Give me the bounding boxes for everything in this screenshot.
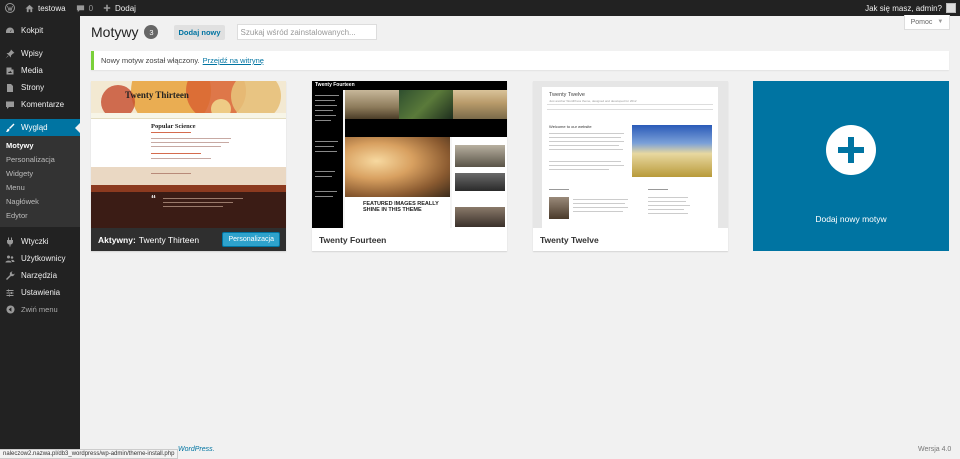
add-new-theme-label: Dodaj nowy motyw xyxy=(815,214,887,224)
comment-icon xyxy=(5,100,15,110)
avatar[interactable] xyxy=(946,3,956,13)
shot-tagline: Just another WordPress theme, designed a… xyxy=(549,99,637,103)
theme-screenshot[interactable]: Twenty Thirteen Popular Science “ xyxy=(91,81,286,228)
shot-welcome-heading: Welcome to our website xyxy=(549,124,592,129)
media-icon xyxy=(5,66,15,76)
theme-card-twenty-thirteen[interactable]: Twenty Thirteen Popular Science “ Aktywn… xyxy=(91,81,286,251)
browser-status-url: naleczow2.nazwa.pl/db3_wordpress/wp-admi… xyxy=(0,449,179,459)
shot-featured-title: FEATURED IMAGES REALLY SHINE IN THIS THE… xyxy=(363,201,439,213)
menu-label: Wtyczki xyxy=(21,237,49,246)
menu-item-narzedzia[interactable]: Narzędzia xyxy=(0,267,80,284)
add-new-theme-card[interactable]: Dodaj nowy motyw xyxy=(753,81,949,251)
menu-item-media[interactable]: Media xyxy=(0,62,80,79)
comments-link[interactable]: 0 xyxy=(71,0,98,16)
collapse-icon xyxy=(5,305,15,315)
theme-screenshot[interactable]: Twenty Twelve Just another WordPress the… xyxy=(533,81,728,228)
admin-menu: Kokpit Wpisy Media Strony Komentarze Wyg… xyxy=(0,16,80,459)
menu-item-uzytkownicy[interactable]: Użytkownicy xyxy=(0,250,80,267)
theme-search-input[interactable] xyxy=(236,24,377,40)
submenu-item-naglowek[interactable]: Nagłówek xyxy=(0,195,80,209)
menu-label: Zwiń menu xyxy=(21,305,58,314)
plus-icon xyxy=(103,4,111,12)
theme-name-bar: Aktywny: Twenty Thirteen Personalizacja xyxy=(91,228,286,251)
page-title: Motywy xyxy=(91,24,139,40)
new-content-menu[interactable]: Dodaj xyxy=(98,0,141,16)
add-new-theme-button[interactable]: Dodaj nowy xyxy=(174,24,225,40)
submenu-item-motywy[interactable]: Motywy xyxy=(0,139,80,153)
theme-card-twenty-twelve[interactable]: Twenty Twelve Just another WordPress the… xyxy=(533,81,728,251)
caret-down-icon: ▼ xyxy=(937,19,944,25)
theme-activated-notice: Nowy motyw został włączony. Przejdź na w… xyxy=(91,51,949,70)
submenu-item-menu[interactable]: Menu xyxy=(0,181,80,195)
menu-label: Użytkownicy xyxy=(21,254,66,263)
admin-bar: testowa 0 Dodaj Jak się masz, admin? xyxy=(0,0,960,16)
collapse-menu-button[interactable]: Zwiń menu xyxy=(0,301,80,318)
page-header: Motywy 3 Dodaj nowy xyxy=(91,24,377,40)
quote-icon: “ xyxy=(151,194,156,205)
comments-count: 0 xyxy=(88,3,94,13)
theme-name: Twenty Fourteen xyxy=(319,234,387,245)
submenu-item-edytor[interactable]: Edytor xyxy=(0,209,80,223)
submenu-item-personalizacja[interactable]: Personalizacja xyxy=(0,153,80,167)
page-icon xyxy=(5,83,15,93)
wordpress-logo-icon xyxy=(5,3,15,13)
menu-label: Media xyxy=(21,66,43,75)
theme-name: Twenty Thirteen xyxy=(138,234,200,245)
submenu-item-widgety[interactable]: Widgety xyxy=(0,167,80,181)
site-name: testowa xyxy=(38,3,66,13)
menu-label: Wygląd xyxy=(21,123,48,132)
theme-card-twenty-fourteen[interactable]: Twenty Fourteen FEATURED IMAGES REALLY S… xyxy=(312,81,507,251)
tools-icon xyxy=(5,270,15,281)
wp-logo-menu[interactable] xyxy=(0,0,20,16)
site-name-link[interactable]: testowa xyxy=(20,0,71,16)
menu-label: Kokpit xyxy=(21,26,44,35)
menu-item-wyglad[interactable]: Wygląd xyxy=(0,119,80,136)
shot-site-title: Twenty Fourteen xyxy=(315,82,355,88)
menu-label: Ustawienia xyxy=(21,288,61,297)
help-label: Pomoc xyxy=(910,18,933,26)
menu-label: Komentarze xyxy=(21,100,65,109)
menu-label: Wpisy xyxy=(21,49,43,58)
menu-item-komentarze[interactable]: Komentarze xyxy=(0,96,80,113)
shot-site-title: Twenty Thirteen xyxy=(125,90,189,100)
theme-name-bar: Twenty Fourteen xyxy=(312,228,507,251)
menu-label: Strony xyxy=(21,83,45,92)
theme-name: Twenty Twelve xyxy=(540,234,599,245)
help-tab-button[interactable]: Pomoc ▼ xyxy=(904,15,950,30)
pin-icon xyxy=(5,49,15,59)
active-label: Aktywny: xyxy=(98,234,136,245)
footer-version: Wersja 4.0 xyxy=(918,446,952,453)
menu-item-wtyczki[interactable]: Wtyczki xyxy=(0,233,80,250)
howdy-text: Jak się masz, admin? xyxy=(865,3,942,13)
menu-label: Narzędzia xyxy=(21,271,58,280)
theme-name-bar: Twenty Twelve xyxy=(533,228,728,251)
plus-circle-icon xyxy=(826,125,876,175)
comment-bubble-icon xyxy=(76,4,84,12)
appearance-submenu: Motywy Personalizacja Widgety Menu Nagłó… xyxy=(0,136,80,227)
theme-count-badge: 3 xyxy=(144,25,159,39)
notice-text: Nowy motyw został włączony. xyxy=(101,56,200,65)
new-content-label: Dodaj xyxy=(115,3,136,13)
shot-post-title: Popular Science xyxy=(151,123,196,130)
shot-site-title: Twenty Twelve xyxy=(549,92,585,98)
menu-item-strony[interactable]: Strony xyxy=(0,79,80,96)
users-icon xyxy=(5,254,15,264)
visit-site-link[interactable]: Przejdź na witrynę xyxy=(203,56,264,65)
home-icon xyxy=(25,4,34,12)
customize-button[interactable]: Personalizacja xyxy=(222,232,280,247)
dashboard-icon xyxy=(5,26,15,36)
plugin-icon xyxy=(5,237,15,247)
menu-item-wpisy[interactable]: Wpisy xyxy=(0,45,80,62)
settings-icon xyxy=(5,288,15,298)
menu-item-kokpit[interactable]: Kokpit xyxy=(0,22,80,39)
paintbrush-icon xyxy=(5,123,15,133)
my-account-menu[interactable]: Jak się masz, admin? xyxy=(865,3,960,13)
wordpress-link[interactable]: WordPress. xyxy=(178,446,215,453)
menu-item-ustawienia[interactable]: Ustawienia xyxy=(0,284,80,301)
theme-screenshot[interactable]: Twenty Fourteen FEATURED IMAGES REALLY S… xyxy=(312,81,507,228)
